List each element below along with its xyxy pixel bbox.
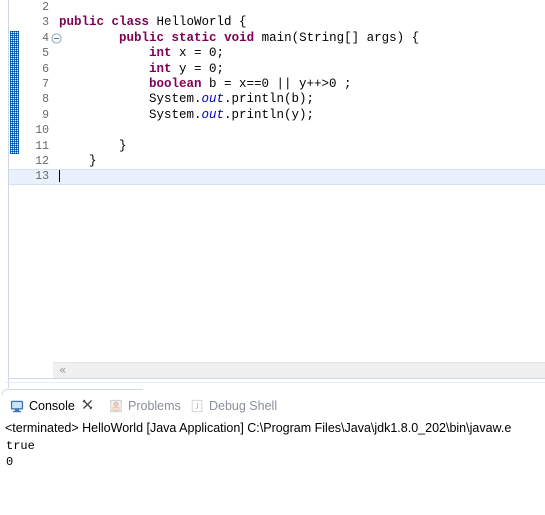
console-view-tabbar[interactable]: Console Problems J Debug Shell <box>0 394 545 417</box>
java-editor-panel[interactable]: 2 3 public class HelloWorld {4 public stat… <box>0 0 545 388</box>
line-number: 10 <box>35 124 49 138</box>
editor-left-window-edge-inner <box>0 0 4 388</box>
code-line-text: } <box>59 138 127 153</box>
line-number: 6 <box>42 62 49 76</box>
code-line[interactable]: 5 int x = 0; <box>9 46 545 61</box>
tab-close-icon[interactable] <box>82 399 93 413</box>
editor-bottom-edge <box>9 378 545 388</box>
code-line-text: System.out.println(y); <box>59 107 315 122</box>
line-number: 8 <box>42 93 49 107</box>
editor-frame-bottom-line <box>9 378 545 379</box>
editor-left-window-edge <box>0 0 9 388</box>
tab-problems[interactable]: Problems <box>105 394 185 417</box>
code-line-text: System.out.println(b); <box>59 92 315 107</box>
console-left-edge <box>0 418 4 515</box>
code-line[interactable]: 13 <box>9 169 545 185</box>
code-line-text <box>59 170 60 184</box>
code-line[interactable]: 9 System.out.println(y); <box>9 108 545 123</box>
tab-label: Console <box>29 398 75 413</box>
svg-text:J: J <box>195 401 199 411</box>
editor-text-area[interactable]: 2 3 public class HelloWorld {4 public stat… <box>9 0 545 388</box>
tab-debug-shell[interactable]: J Debug Shell <box>186 394 281 417</box>
editor-horizontal-scrollbar[interactable]: « <box>53 362 545 378</box>
line-number: 2 <box>42 1 49 14</box>
tab-label: Problems <box>128 398 181 413</box>
line-number: 5 <box>42 47 49 61</box>
tab-label: Debug Shell <box>209 398 278 413</box>
text-caret <box>59 170 60 183</box>
code-line[interactable]: 10 <box>9 123 545 138</box>
code-line-list[interactable]: 2 3 public class HelloWorld {4 public stat… <box>9 0 545 388</box>
console-view-body[interactable]: <terminated> HelloWorld [Java Applicatio… <box>0 418 545 515</box>
code-line[interactable]: 2 <box>9 0 545 15</box>
code-line[interactable]: 7 boolean b = x==0 || y++>0 ; <box>9 77 545 92</box>
line-number: 9 <box>42 108 49 122</box>
line-number: 4 <box>42 31 49 45</box>
line-number: 13 <box>35 170 49 184</box>
line-number: 3 <box>42 16 49 30</box>
code-line[interactable]: 4 public static void main(String[] args)… <box>9 31 545 46</box>
code-line[interactable]: 11 } <box>9 139 545 154</box>
code-line-text: public static void main(String[] args) { <box>119 30 420 45</box>
scroll-left-arrow-icon[interactable]: « <box>59 363 66 378</box>
console-icon <box>10 399 24 413</box>
line-number: 12 <box>35 155 49 168</box>
code-line-text: } <box>59 154 97 168</box>
editor-frame-bottom-line-outer <box>5 382 545 383</box>
code-line-text: int y = 0; <box>149 61 225 76</box>
code-line[interactable]: 8 System.out.println(b); <box>9 92 545 107</box>
code-line-text: int x = 0; <box>149 46 225 61</box>
problems-icon <box>109 399 123 413</box>
code-line[interactable]: 3 public class HelloWorld { <box>9 15 545 30</box>
line-number: 11 <box>35 139 49 153</box>
code-line-text: boolean b = x==0 || y++>0 ; <box>149 77 352 91</box>
console-launch-header: <terminated> HelloWorld [Java Applicatio… <box>5 421 512 435</box>
debug-shell-icon: J <box>190 399 204 413</box>
console-output-text[interactable]: true 0 <box>6 439 545 515</box>
console-view-panel[interactable]: Console Problems J Debug Shell <terminated>… <box>0 388 545 515</box>
line-number: 7 <box>42 78 49 91</box>
code-line[interactable]: 12 } <box>9 154 545 169</box>
code-line[interactable]: 6 int y = 0; <box>9 62 545 77</box>
code-line-text: public class HelloWorld { <box>59 15 247 30</box>
tab-console[interactable]: Console <box>6 394 97 417</box>
